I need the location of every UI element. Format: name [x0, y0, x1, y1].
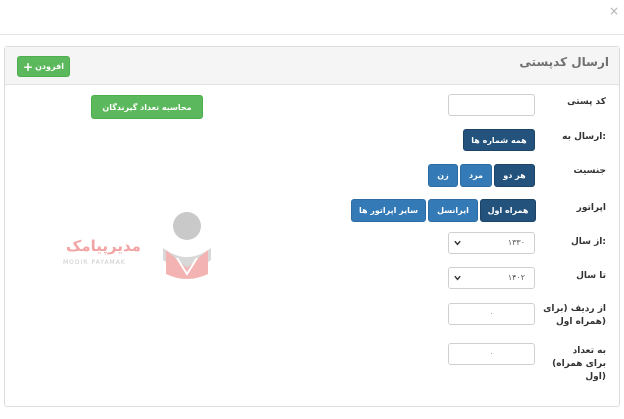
operator-hamrah-aval-label: همراه اول [487, 206, 529, 215]
add-button-label: افزودن [35, 62, 64, 71]
from-year-value: ۱۳۳۰ [507, 238, 525, 247]
to-year-label: تا سال [576, 271, 606, 281]
modal-header-divider [0, 34, 624, 35]
panel-title: ارسال کدپستی [519, 55, 609, 69]
operator-other-button[interactable]: سایر اپراتور ها [351, 199, 426, 222]
gender-both-label: هر دو [503, 171, 526, 180]
gender-female-button[interactable]: زن [428, 164, 458, 187]
panel-header: ارسال کدپستی + افزودن [5, 47, 619, 85]
count-label-line3: اول) [585, 372, 606, 382]
postal-code-label: کد پستی [567, 97, 606, 107]
count-input[interactable]: ۰ [448, 343, 535, 365]
from-row-value: ۰ [489, 309, 494, 318]
gender-both-button[interactable]: هر دو [494, 164, 535, 187]
all-numbers-label: همه شماره ها [471, 135, 527, 145]
from-year-label: از سال: [570, 237, 606, 247]
operator-irancell-button[interactable]: ایرانسل [428, 199, 478, 222]
plus-icon: + [23, 59, 34, 74]
from-year-select[interactable]: ۱۳۳۰ [448, 232, 535, 254]
postal-code-input[interactable] [448, 94, 535, 116]
calculate-recipients-label: محاسبه تعداد گیرندگان [102, 102, 192, 112]
chevron-down-icon [454, 240, 461, 246]
send-to-label: ارسال به: [562, 132, 606, 142]
to-year-value: ۱۴۰۲ [507, 273, 525, 282]
all-numbers-button[interactable]: همه شماره ها [463, 129, 535, 151]
gender-male-label: مرد [468, 171, 484, 180]
calculate-recipients-button[interactable]: محاسبه تعداد گیرندگان [91, 95, 203, 119]
count-label-line2: (برای همراه [552, 359, 606, 369]
gender-male-button[interactable]: مرد [460, 164, 492, 187]
from-row-input[interactable]: ۰ [448, 303, 535, 325]
operator-label: اپراتور [576, 203, 606, 213]
watermark-brand-fa: مدیرپیامک [66, 237, 141, 255]
operator-hamrah-aval-button[interactable]: همراه اول [480, 199, 536, 222]
gender-female-label: زن [437, 171, 449, 180]
from-row-label-line2: همراه اول) [555, 317, 606, 327]
chevron-down-icon [454, 275, 461, 281]
count-label-line1: به تعداد [572, 346, 606, 356]
to-year-select[interactable]: ۱۴۰۲ [448, 267, 535, 289]
from-row-label-line1: از ردیف (برای [543, 304, 606, 314]
count-value: ۰ [489, 349, 494, 358]
add-button[interactable]: + افزودن [17, 56, 70, 77]
operator-irancell-label: ایرانسل [437, 206, 469, 215]
close-icon[interactable]: × [609, 5, 619, 17]
operator-other-label: سایر اپراتور ها [358, 206, 419, 215]
watermark-brand-en: MODIR PAYAMAK [63, 259, 126, 266]
gender-label: جنسیت [573, 166, 606, 176]
